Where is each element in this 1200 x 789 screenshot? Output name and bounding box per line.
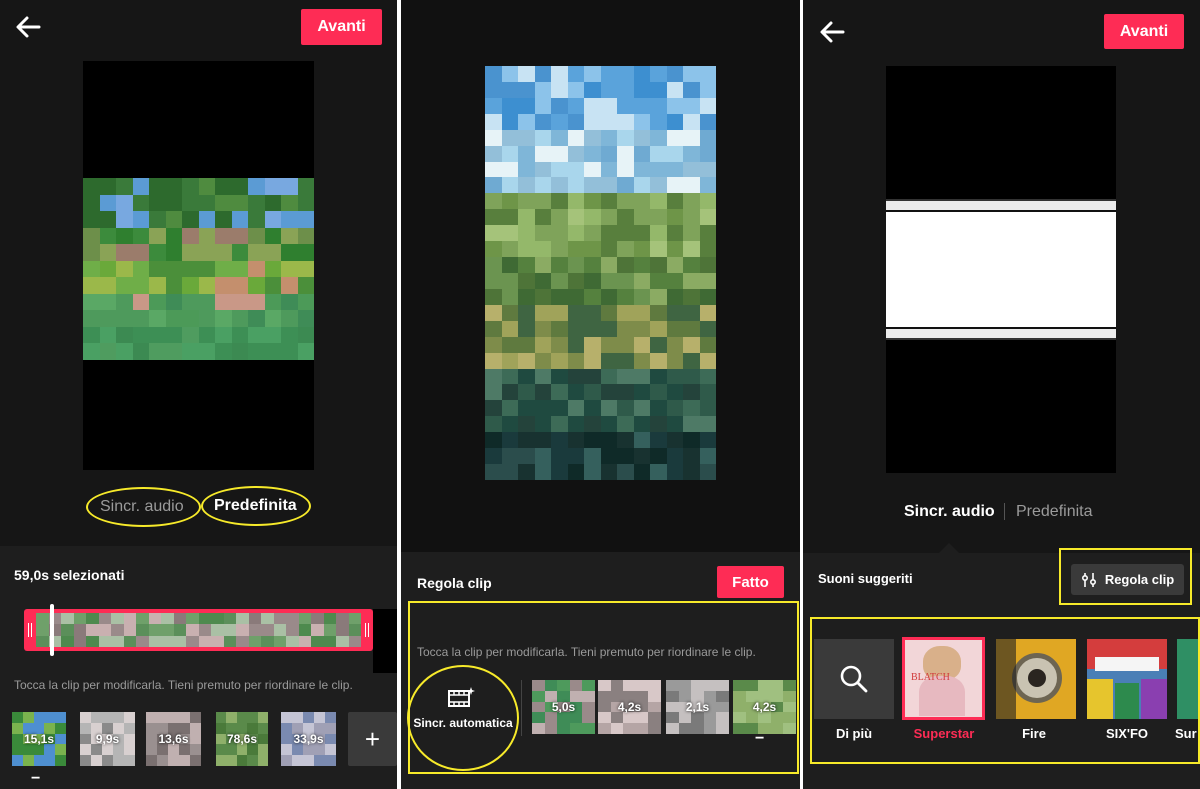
clip-duration: 9,9s [95,732,120,746]
add-clip-button[interactable]: + [348,712,397,766]
divider [521,680,522,736]
back-arrow-icon[interactable] [817,17,847,47]
clip-thumbnail[interactable]: 15,1s [12,712,66,766]
tab-default[interactable]: Predefinita [1016,503,1093,521]
clip-duration: 33,9s [293,732,324,746]
trim-handle-left-icon[interactable] [28,623,32,637]
video-preview[interactable] [485,66,716,480]
cover-yellow-icon [1012,653,1062,703]
sound-label-fire: Fire [1022,726,1046,741]
tab-divider [1004,503,1005,520]
tab-default[interactable]: Predefinita [214,497,297,515]
blank-frame-inner [886,210,1116,329]
search-icon [840,665,868,693]
sound-fire-tile[interactable] [996,639,1076,719]
bottom-sheet: Regola clip Fatto Tocca la clip per modi… [401,552,800,789]
sheet-title: Regola clip [417,575,492,591]
trim-handle-right-icon[interactable] [365,623,369,637]
video-frame-pixelated [83,178,314,360]
adjust-clip-button[interactable]: Regola clip [1071,564,1184,595]
selected-duration: 59,0s selezionati [14,567,125,583]
sound-more-tile[interactable] [814,639,894,719]
next-button[interactable]: Avanti [1104,14,1184,49]
tab-sync-audio[interactable]: Sincr. audio [100,498,184,516]
adjust-clip-panel: Regola clip Fatto Tocca la clip per modi… [401,0,800,789]
clip-duration: 4,2s [617,700,642,714]
sliders-icon [1081,572,1096,587]
clip-duration: 78,6s [226,732,258,746]
clip-thumbnail[interactable]: 2,1s [666,680,729,734]
auto-sync-button[interactable]: Sincr. automatica [411,686,515,734]
tab-sync-audio[interactable]: Sincr. audio [904,503,995,521]
bottom-sheet: 59,0s selezionati Tocca la clip per modi… [0,546,397,789]
adjust-clip-label: Regola clip [1104,572,1175,587]
clip-thumbnail[interactable]: 4,2s [733,680,796,734]
clip-thumbnail[interactable]: 33,9s [281,712,336,766]
clip-duration: 5,0s [551,700,576,714]
auto-sync-label: Sincr. automatica [413,716,513,730]
video-preview[interactable] [83,61,314,470]
sound-label-sixfo: SIX'FO [1105,726,1149,741]
timeline-strip [36,613,361,647]
clip-duration: 2,1s [685,700,710,714]
next-button[interactable]: Avanti [301,9,382,45]
clip-thumbnail[interactable]: 4,2s [598,680,661,734]
film-sparkle-icon [448,687,475,707]
video-preview[interactable] [886,66,1116,473]
done-button[interactable]: Fatto [717,566,784,598]
trim-bar[interactable] [24,609,373,651]
blank-frame-placeholder [886,199,1116,340]
cover-text-superstar: BLATCH [911,672,950,683]
sound-label-superstar: Superstar [913,726,975,741]
hint-text: Tocca la clip per modificarla. Tieni pre… [417,645,756,659]
sheet-pointer [939,543,959,553]
clip-duration: 15,1s [23,732,55,746]
clip-thumbnail[interactable]: 5,0s [532,680,595,734]
playhead[interactable] [50,604,54,656]
clip-thumbnail[interactable]: 78,6s [216,712,268,766]
sound-sync-panel: Avanti Sincr. audio Predefinita Suoni su… [803,0,1200,789]
clip-duration: 13,6s [158,732,189,746]
back-arrow-icon[interactable] [13,12,43,42]
clip-duration: 4,2s [752,700,777,714]
video-frame-pixelated [485,66,716,480]
sound-sixfo-tile[interactable] [1087,639,1167,719]
clip-thumbnail[interactable]: 13,6s [146,712,201,766]
hint-text: Tocca la clip per modificarla. Tieni pre… [14,678,353,692]
remove-clip-icon[interactable]: − [31,770,40,788]
sound-label-more: Di più [835,726,873,741]
clip-thumbnail[interactable]: 9,9s [80,712,135,766]
suggested-sounds-title: Suoni suggeriti [818,571,913,586]
sound-sur-tile[interactable] [1177,639,1200,719]
remove-clip-icon[interactable]: − [755,730,764,748]
editor-panel-default: Avanti Sincr. audio Predefinita 59,0s se… [0,0,397,789]
sound-superstar-tile[interactable]: BLATCH [902,637,985,720]
strip-overflow [373,609,397,673]
sound-label-sur: Sur [1175,726,1197,741]
